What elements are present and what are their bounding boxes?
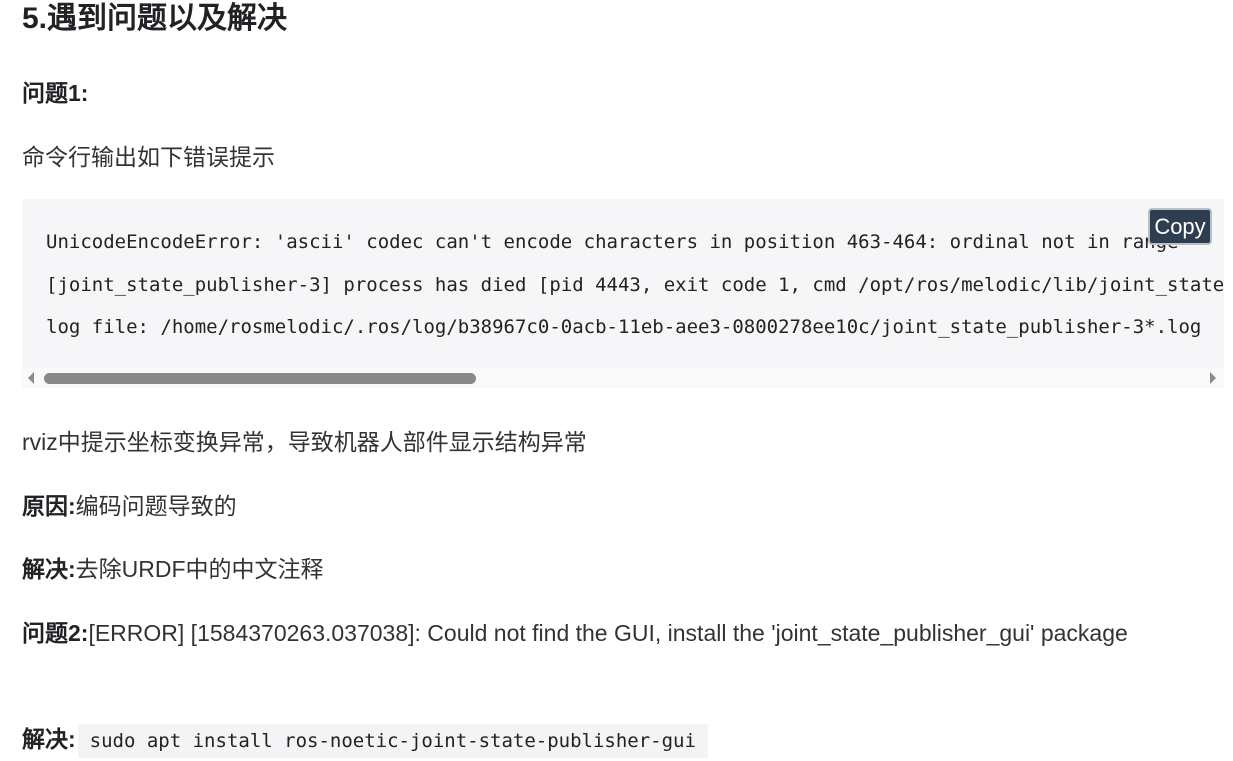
horizontal-scrollbar[interactable]: [22, 368, 1224, 388]
scroll-right-arrow-icon[interactable]: [1210, 372, 1216, 384]
problem2-heading: 问题2:: [22, 620, 89, 646]
error-code-block[interactable]: UnicodeEncodeError: 'ascii' codec can't …: [22, 199, 1224, 388]
problem1-heading-label: 问题1:: [22, 80, 89, 106]
code-line: log file: /home/rosmelodic/.ros/log/b389…: [46, 316, 1202, 338]
cause-label: 原因:: [22, 493, 76, 519]
scroll-left-arrow-icon[interactable]: [28, 372, 34, 384]
code-line: [joint_state_publisher-3] process has di…: [46, 274, 1224, 296]
solution2-inline-code: sudo apt install ros-noetic-joint-state-…: [77, 723, 708, 758]
solution1-paragraph: 解决:去除URDF中的中文注释: [22, 547, 324, 591]
cause-text: 编码问题导致的: [75, 493, 237, 519]
scrollbar-thumb[interactable]: [44, 373, 476, 384]
section-title: 5.遇到问题以及解决: [22, 2, 288, 35]
solution2-label: 解决:: [22, 726, 76, 752]
copy-button[interactable]: Copy: [1148, 208, 1212, 245]
solution1-text: 去除URDF中的中文注释: [75, 556, 324, 582]
problem2-text: [ERROR] [1584370263.037038]: Could not f…: [88, 620, 1128, 646]
code-line: UnicodeEncodeError: 'ascii' codec can't …: [46, 231, 1179, 253]
solution2-paragraph: 解决: sudo apt install ros-noetic-joint-sta…: [22, 717, 708, 761]
rviz-note: rviz中提示坐标变换异常，导致机器人部件显示结构异常: [22, 429, 587, 455]
problem1-heading: 问题1:: [22, 71, 88, 115]
problem2-paragraph: 问题2:[ERROR] [1584370263.037038]: Could n…: [22, 611, 1202, 655]
cause-paragraph: 原因:编码问题导致的: [22, 484, 237, 528]
solution1-label: 解决:: [22, 556, 76, 582]
problem1-description: 命令行输出如下错误提示: [22, 144, 275, 170]
